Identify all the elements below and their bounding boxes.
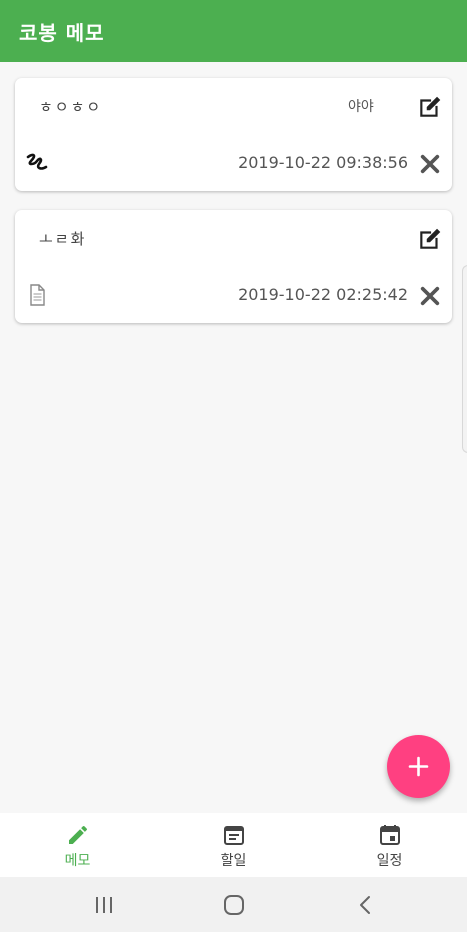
recent-apps-icon[interactable] (92, 894, 116, 916)
edit-icon[interactable] (417, 94, 443, 120)
list-icon (224, 826, 244, 845)
memo-title: ㅗㄹ화 (39, 230, 87, 248)
memo-title: ㅎㅇㅎㅇ (39, 98, 103, 116)
system-navigation-bar (0, 877, 467, 932)
app-title: 코봉 메모 (19, 21, 105, 45)
app-bar: 코봉 메모 (0, 0, 467, 62)
delete-icon[interactable] (419, 285, 441, 307)
nav-item-schedule[interactable]: 일정 (312, 813, 467, 877)
calendar-icon (380, 825, 400, 845)
edit-icon[interactable] (417, 226, 443, 252)
document-icon (30, 284, 45, 306)
handwriting-icon (26, 153, 48, 170)
nav-label: 할일 (220, 853, 247, 869)
delete-icon[interactable] (419, 153, 441, 175)
plus-icon (408, 756, 429, 777)
nav-item-memo[interactable]: 메모 (0, 813, 155, 877)
back-icon[interactable] (354, 894, 378, 916)
add-memo-button[interactable] (387, 735, 450, 798)
bottom-navigation: 메모 할일 일정 (0, 813, 467, 877)
memo-card[interactable]: ㅗㄹ화 2019-10-22 02:25:42 (15, 210, 452, 323)
memo-date: 2019-10-22 02:25:42 (238, 285, 408, 304)
memo-card[interactable]: ㅎㅇㅎㅇ 야야 2019-10-22 09:38:56 (15, 78, 452, 191)
memo-date: 2019-10-22 09:38:56 (238, 153, 408, 172)
nav-label: 메모 (64, 853, 91, 869)
home-icon[interactable] (222, 894, 246, 916)
memo-extra-text: 야야 (348, 99, 374, 115)
pencil-icon (69, 825, 88, 844)
nav-item-todo[interactable]: 할일 (156, 813, 311, 877)
nav-label: 일정 (376, 853, 403, 869)
edge-panel-handle[interactable] (462, 265, 467, 453)
